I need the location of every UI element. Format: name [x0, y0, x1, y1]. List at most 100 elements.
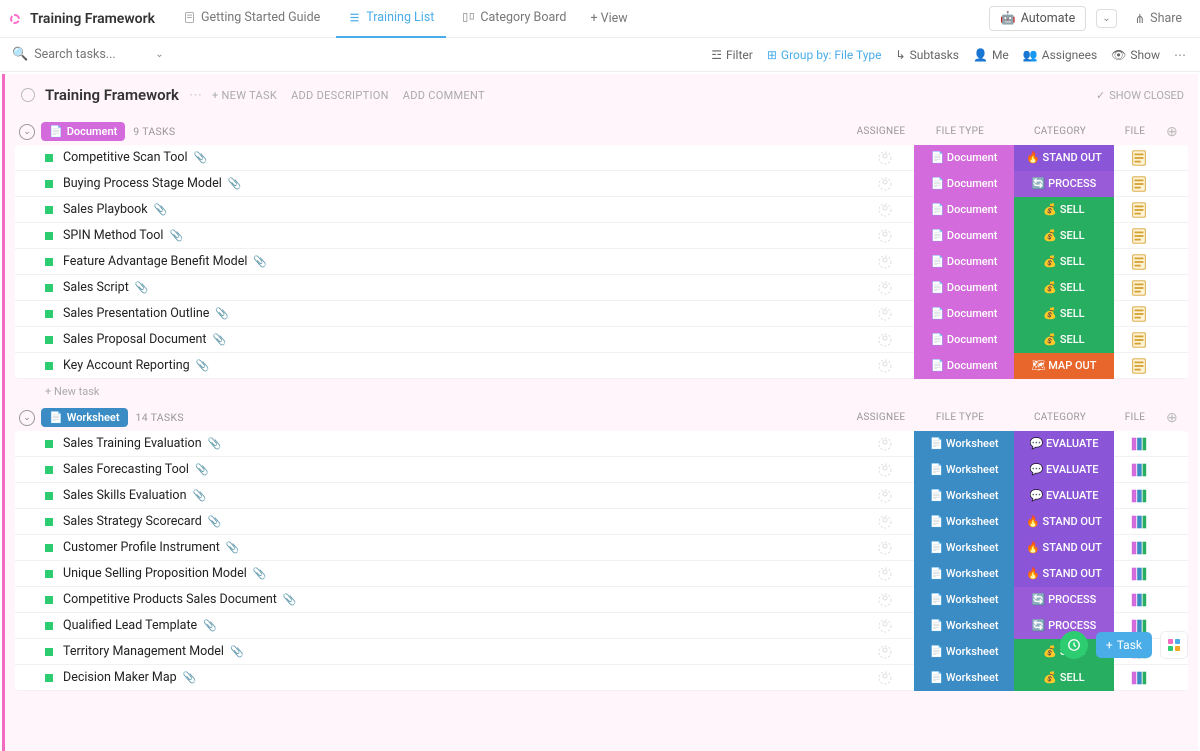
filetype-pill[interactable]: 📄 Worksheet — [914, 613, 1014, 639]
task-row[interactable]: Qualified Lead Template 📎 📄 Worksheet 🔄 … — [15, 613, 1188, 639]
automate-chevron[interactable]: ⌄ — [1096, 9, 1116, 28]
filetype-pill[interactable]: 📄 Document — [914, 223, 1014, 249]
assignee-cell[interactable] — [856, 254, 914, 270]
add-column-icon[interactable]: ⊕ — [1160, 124, 1184, 140]
show-button[interactable]: 👁 Show — [1111, 48, 1160, 62]
status-square[interactable] — [45, 622, 53, 630]
share-button[interactable]: ⋔ Share — [1127, 7, 1190, 31]
apps-fab[interactable] — [1160, 631, 1188, 659]
assignee-cell[interactable] — [856, 150, 914, 166]
assignee-cell[interactable] — [856, 618, 914, 634]
category-pill[interactable]: 💰 SELL — [1014, 301, 1114, 327]
more-icon[interactable]: ⋯ — [1174, 48, 1188, 62]
attachment-icon[interactable]: 📎 — [215, 307, 229, 320]
category-pill[interactable]: 🔄 PROCESS — [1014, 171, 1114, 197]
attachment-icon[interactable]: 📎 — [196, 359, 210, 372]
category-pill[interactable]: 🔥 STAND OUT — [1014, 561, 1114, 587]
filetype-pill[interactable]: 📄 Worksheet — [914, 665, 1014, 691]
add-view-button[interactable]: + View — [582, 7, 635, 30]
filter-button[interactable]: ☲ Filter — [711, 48, 753, 62]
assignee-cell[interactable] — [856, 436, 914, 452]
category-pill[interactable]: 💰 SELL — [1014, 223, 1114, 249]
automate-button[interactable]: 🤖 Automate — [989, 6, 1086, 31]
attachment-icon[interactable]: 📎 — [228, 177, 242, 190]
file-cell[interactable] — [1114, 357, 1164, 375]
assignee-cell[interactable] — [856, 332, 914, 348]
filetype-pill[interactable]: 📄 Document — [914, 275, 1014, 301]
file-cell[interactable] — [1114, 305, 1164, 323]
attachment-icon[interactable]: 📎 — [253, 567, 267, 580]
file-cell[interactable] — [1114, 461, 1164, 479]
new-task-link[interactable]: + New task — [15, 379, 1188, 400]
attachment-icon[interactable]: 📎 — [154, 203, 168, 216]
file-cell[interactable] — [1114, 149, 1164, 167]
me-button[interactable]: 👤 Me — [973, 48, 1009, 62]
filetype-pill[interactable]: 📄 Document — [914, 171, 1014, 197]
status-square[interactable] — [45, 154, 53, 162]
file-cell[interactable] — [1114, 513, 1164, 531]
chevron-down-icon[interactable]: ⌄ — [19, 410, 35, 426]
status-square[interactable] — [45, 544, 53, 552]
filetype-pill[interactable]: 📄 Document — [914, 197, 1014, 223]
task-row[interactable]: Sales Strategy Scorecard 📎 📄 Worksheet 🔥… — [15, 509, 1188, 535]
groupby-button[interactable]: ⊞ Group by: File Type — [767, 48, 882, 62]
task-row[interactable]: Sales Presentation Outline 📎 📄 Document … — [15, 301, 1188, 327]
attachment-icon[interactable]: 📎 — [194, 151, 208, 164]
filetype-pill[interactable]: 📄 Worksheet — [914, 561, 1014, 587]
file-cell[interactable] — [1114, 201, 1164, 219]
status-square[interactable] — [45, 674, 53, 682]
category-pill[interactable]: 💬 EVALUATE — [1014, 457, 1114, 483]
task-row[interactable]: Feature Advantage Benefit Model 📎 📄 Docu… — [15, 249, 1188, 275]
info-icon[interactable]: ⋯ — [189, 88, 202, 103]
task-row[interactable]: Sales Forecasting Tool 📎 📄 Worksheet 💬 E… — [15, 457, 1188, 483]
file-cell[interactable] — [1114, 227, 1164, 245]
task-row[interactable]: SPIN Method Tool 📎 📄 Document 💰 SELL — [15, 223, 1188, 249]
file-cell[interactable] — [1114, 565, 1164, 583]
file-cell[interactable] — [1114, 331, 1164, 349]
assignee-cell[interactable] — [856, 670, 914, 686]
attachment-icon[interactable]: 📎 — [212, 333, 226, 346]
attachment-icon[interactable]: 📎 — [135, 281, 149, 294]
task-row[interactable]: Competitive Scan Tool 📎 📄 Document 🔥 STA… — [15, 145, 1188, 171]
category-pill[interactable]: 💰 SELL — [1014, 275, 1114, 301]
task-row[interactable]: Competitive Products Sales Document 📎 📄 … — [15, 587, 1188, 613]
attachment-icon[interactable]: 📎 — [192, 489, 206, 502]
filetype-pill[interactable]: 📄 Worksheet — [914, 457, 1014, 483]
category-pill[interactable]: 🔥 STAND OUT — [1014, 535, 1114, 561]
attachment-icon[interactable]: 📎 — [208, 437, 222, 450]
attachment-icon[interactable]: 📎 — [208, 515, 222, 528]
attachment-icon[interactable]: 📎 — [195, 463, 209, 476]
assignee-cell[interactable] — [856, 462, 914, 478]
subtasks-button[interactable]: ↳ Subtasks — [896, 48, 959, 62]
status-square[interactable] — [45, 310, 53, 318]
filetype-pill[interactable]: 📄 Document — [914, 353, 1014, 379]
assignee-cell[interactable] — [856, 592, 914, 608]
filetype-pill[interactable]: 📄 Worksheet — [914, 587, 1014, 613]
status-square[interactable] — [45, 232, 53, 240]
status-square[interactable] — [45, 466, 53, 474]
assignee-cell[interactable] — [856, 280, 914, 296]
task-row[interactable]: Unique Selling Proposition Model 📎 📄 Wor… — [15, 561, 1188, 587]
filetype-pill[interactable]: 📄 Document — [914, 249, 1014, 275]
attachment-icon[interactable]: 📎 — [283, 593, 297, 606]
add-description-link[interactable]: ADD DESCRIPTION — [291, 89, 389, 102]
attachment-icon[interactable]: 📎 — [230, 645, 244, 658]
filetype-pill[interactable]: 📄 Worksheet — [914, 535, 1014, 561]
status-square[interactable] — [45, 258, 53, 266]
task-row[interactable]: Customer Profile Instrument 📎 📄 Workshee… — [15, 535, 1188, 561]
task-row[interactable]: Buying Process Stage Model 📎 📄 Document … — [15, 171, 1188, 197]
search-input[interactable] — [34, 47, 144, 62]
task-row[interactable]: Sales Training Evaluation 📎 📄 Worksheet … — [15, 431, 1188, 457]
file-cell[interactable] — [1114, 669, 1164, 687]
file-cell[interactable] — [1114, 175, 1164, 193]
status-square[interactable] — [45, 648, 53, 656]
task-row[interactable]: Key Account Reporting 📎 📄 Document 🗺 MAP… — [15, 353, 1188, 379]
assignee-cell[interactable] — [856, 358, 914, 374]
filetype-pill[interactable]: 📄 Document — [914, 301, 1014, 327]
category-pill[interactable]: 💬 EVALUATE — [1014, 431, 1114, 457]
category-pill[interactable]: 💰 SELL — [1014, 197, 1114, 223]
category-pill[interactable]: 💰 SELL — [1014, 249, 1114, 275]
task-row[interactable]: Sales Proposal Document 📎 📄 Document 💰 S… — [15, 327, 1188, 353]
status-square[interactable] — [45, 440, 53, 448]
new-task-link[interactable]: + NEW TASK — [212, 89, 277, 102]
